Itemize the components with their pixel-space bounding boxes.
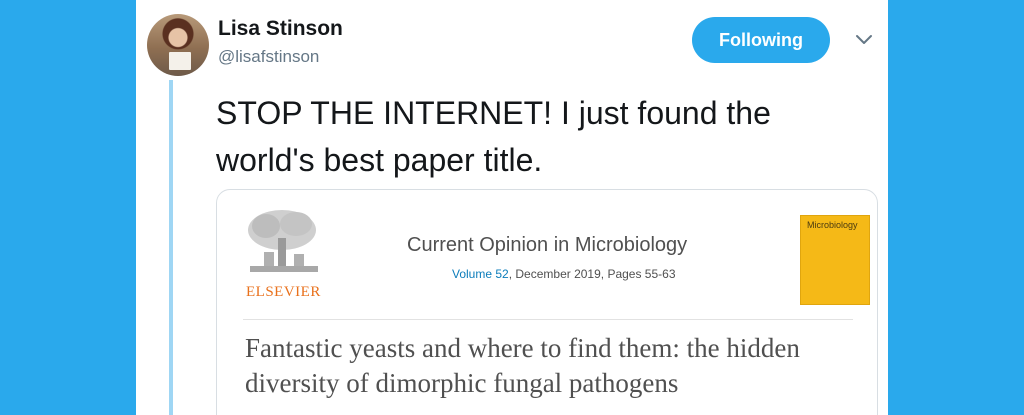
- avatar-paper: [169, 52, 191, 70]
- right-background: [888, 0, 1024, 415]
- volume-details: , December 2019, Pages 55-63: [508, 267, 676, 281]
- tweet-text: STOP THE INTERNET! I just found the worl…: [216, 95, 771, 178]
- left-background: [0, 0, 136, 415]
- cover-title: Microbiology: [807, 220, 858, 230]
- user-handle[interactable]: @lisafstinson: [218, 47, 319, 67]
- journal-name[interactable]: Current Opinion in Microbiology: [407, 234, 687, 257]
- elsevier-wordmark: ELSEVIER: [246, 284, 321, 300]
- volume-line: Volume 52, December 2019, Pages 55-63: [452, 267, 676, 281]
- avatar[interactable]: [147, 14, 209, 76]
- card-divider: [243, 319, 853, 320]
- elsevier-tree-logo-icon: [248, 210, 318, 272]
- tweet-card: Lisa Stinson @lisafstinson Following STO…: [136, 0, 888, 415]
- following-button[interactable]: Following: [692, 17, 830, 63]
- thread-line: [169, 80, 173, 415]
- media-card[interactable]: ELSEVIER Current Opinion in Microbiology…: [216, 189, 878, 415]
- paper-title: Fantastic yeasts and where to find them:…: [245, 333, 800, 398]
- chevron-down-icon[interactable]: [854, 32, 874, 46]
- display-name[interactable]: Lisa Stinson: [218, 17, 343, 41]
- volume-link[interactable]: Volume 52: [452, 267, 509, 281]
- journal-cover-image[interactable]: Microbiology: [800, 215, 870, 305]
